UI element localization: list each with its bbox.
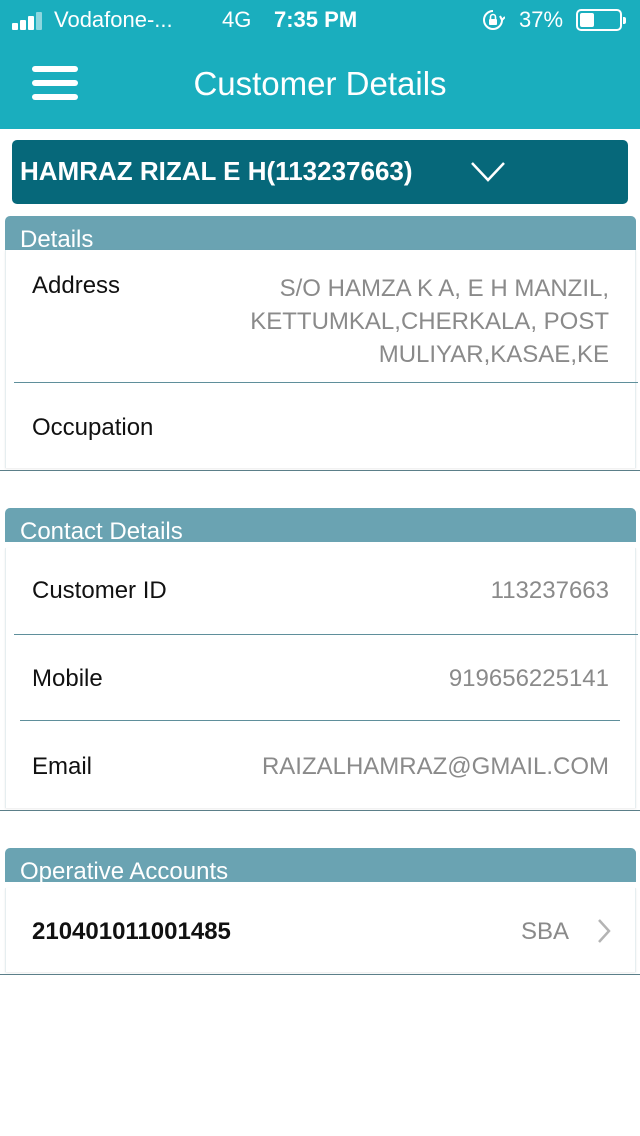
signal-icon — [12, 12, 46, 30]
page-title: Customer Details — [193, 65, 447, 102]
row-divider — [20, 720, 620, 721]
account-number: 210401011001485 — [32, 918, 231, 945]
status-bar: Vodafone-... 4G 7:35 PM 37% — [0, 0, 640, 40]
section-divider — [0, 470, 640, 471]
contact-section: Customer ID 113237663 Mobile 91965622514… — [5, 548, 638, 808]
customer-id-label: Customer ID — [32, 577, 167, 604]
address-line: MULIYAR,KASAE,KE — [378, 341, 609, 368]
chevron-right-icon — [598, 919, 611, 943]
orientation-lock-icon — [483, 10, 505, 30]
mobile-label: Mobile — [32, 665, 103, 692]
customer-dropdown[interactable]: HAMRAZ RIZAL E H(113237663) — [12, 140, 628, 204]
account-type: SBA — [520, 918, 569, 945]
occupation-label: Occupation — [32, 414, 154, 441]
address-value: S/O HAMZA K A, E H MANZIL, KETTUMKAL,CHE… — [250, 272, 609, 371]
accounts-section-header: Operative Accounts — [5, 848, 636, 882]
network-type: 4G — [222, 7, 252, 32]
details-section: Address S/O HAMZA K A, E H MANZIL, KETTU… — [5, 250, 638, 468]
section-divider — [0, 974, 640, 975]
carrier-name: Vodafone-... — [54, 7, 173, 32]
contact-section-header: Contact Details — [5, 508, 636, 542]
customer-id-value: 113237663 — [490, 577, 609, 604]
mobile-value: 919656225141 — [448, 665, 609, 692]
status-time: 7:35 PM — [274, 7, 358, 32]
details-section-header: Details — [5, 216, 636, 250]
email-value: RAIZALHAMRAZ@GMAIL.COM — [261, 753, 609, 780]
account-row[interactable]: 210401011001485 SBA — [6, 888, 635, 972]
address-line: KETTUMKAL,CHERKALA, POST — [250, 308, 609, 335]
battery-percent: 37% — [519, 7, 564, 32]
battery-icon — [576, 9, 626, 31]
email-label: Email — [32, 753, 93, 780]
customer-dropdown-value: HAMRAZ RIZAL E H(113237663) — [20, 156, 413, 186]
section-divider — [0, 810, 640, 811]
address-line: S/O HAMZA K A, E H MANZIL, — [279, 275, 609, 302]
row-divider — [14, 382, 638, 383]
address-label: Address — [32, 272, 121, 299]
app-header: Vodafone-... 4G 7:35 PM 37% Customer Det… — [0, 0, 640, 129]
accounts-section: 210401011001485 SBA — [5, 888, 636, 972]
row-divider — [14, 634, 638, 635]
chevron-down-icon — [471, 162, 505, 182]
